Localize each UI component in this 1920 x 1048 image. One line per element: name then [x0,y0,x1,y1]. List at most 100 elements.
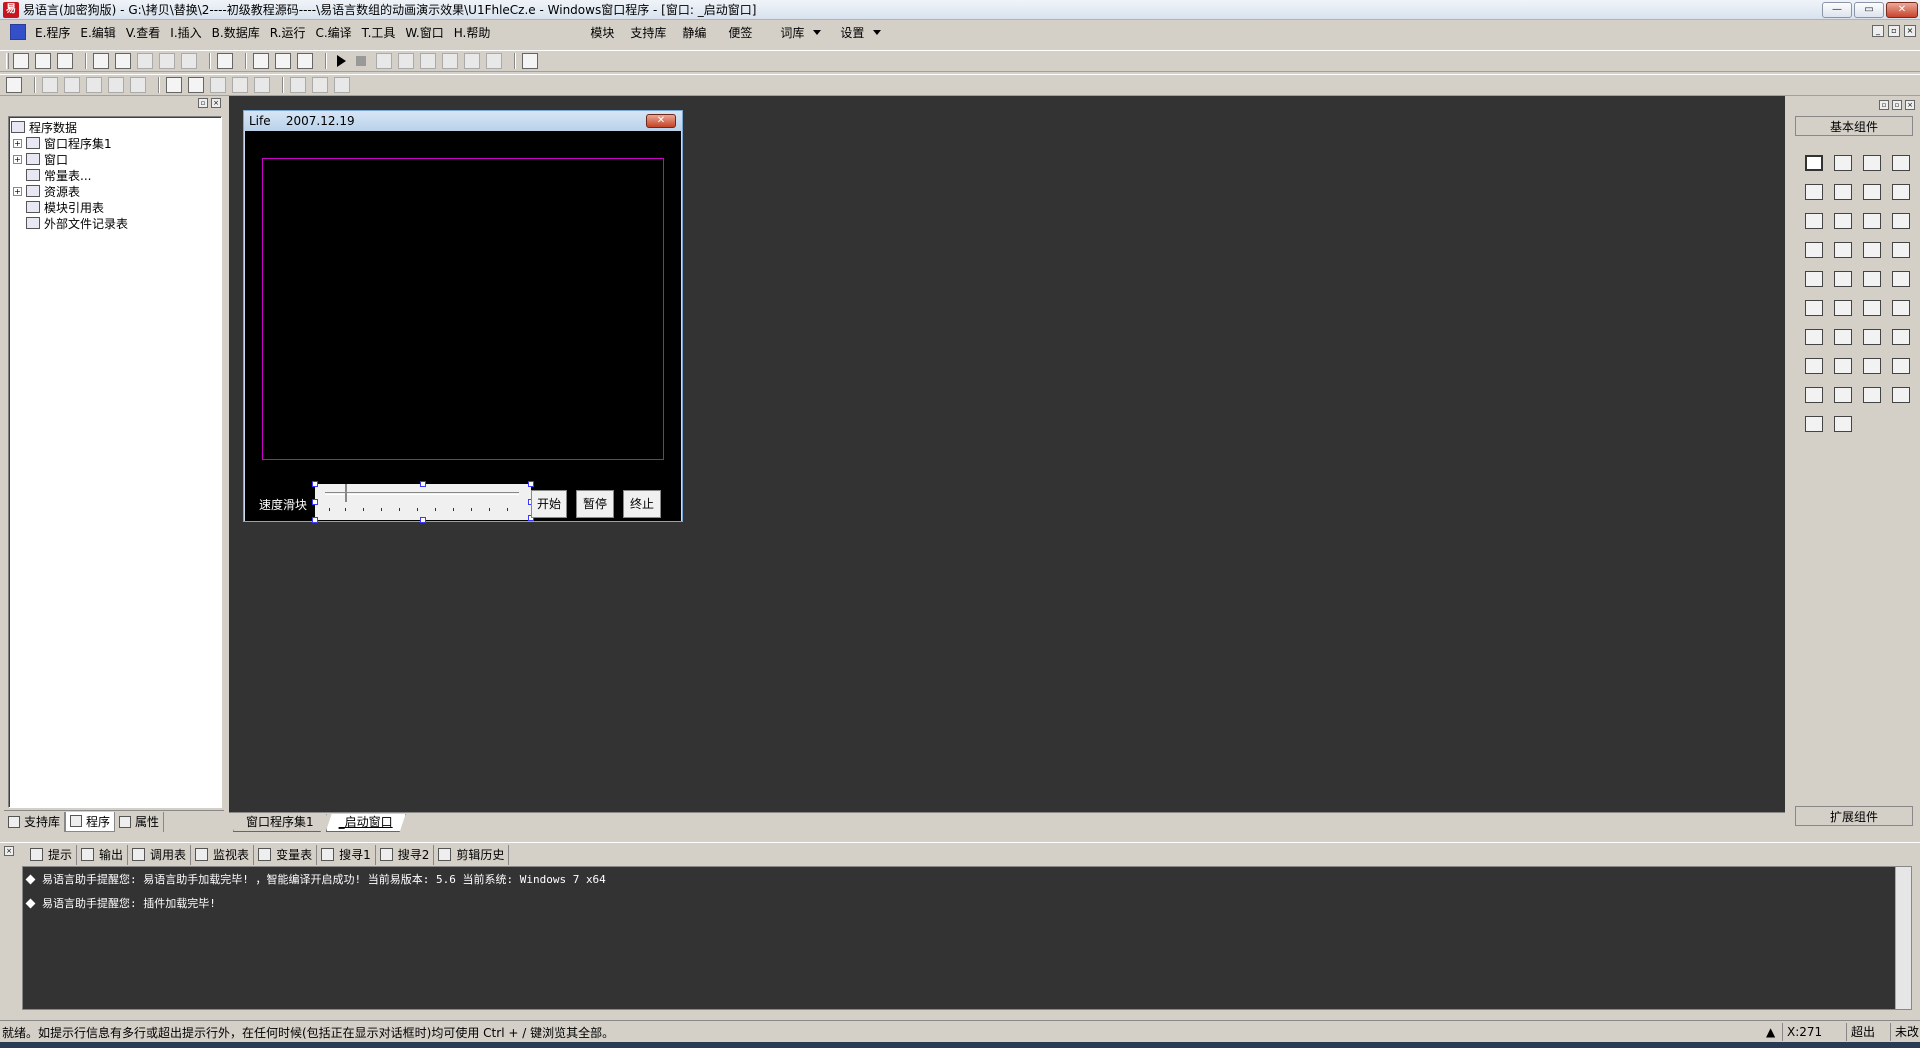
component-icon[interactable] [1799,235,1828,264]
same-both-icon[interactable] [334,77,350,93]
menu-static-compile[interactable]: 静编 [677,24,711,41]
output-scrollbar[interactable] [1895,867,1911,1009]
resize-handle[interactable] [312,517,318,523]
menu-compile[interactable]: C.编译 [310,24,356,41]
copy-icon[interactable] [115,53,131,69]
start-button[interactable]: 开始 [531,490,567,518]
space-h-icon[interactable] [210,77,226,93]
tab-output[interactable]: 输出 [77,844,129,865]
tree-item-resources[interactable]: + 资源表 [13,183,80,199]
run-icon[interactable] [337,55,346,67]
calculator-icon[interactable] [6,77,22,93]
mdi-minimize-icon[interactable]: _ [1872,25,1884,37]
slider-thumb[interactable] [345,484,347,502]
component-icon[interactable] [1886,380,1915,409]
tree-item-module-refs[interactable]: 模块引用表 [13,199,104,215]
menu-database[interactable]: B.数据库 [207,24,265,41]
tab-search-1[interactable]: 搜寻1 [317,844,376,865]
tab-call-stack[interactable]: 调用表 [128,844,192,865]
extended-components-header[interactable]: 扩展组件 [1795,806,1913,826]
tab-watch[interactable]: 监视表 [191,844,255,865]
tab-search-2[interactable]: 搜寻2 [376,844,435,865]
redo-icon[interactable] [159,53,175,69]
form-title-bar[interactable]: Life 2007.12.19 ✕ [244,111,682,131]
tree-item-window[interactable]: + 窗口 [13,151,68,167]
menu-view[interactable]: V.查看 [121,24,165,41]
component-icon[interactable] [1886,293,1915,322]
component-icon[interactable] [1857,322,1886,351]
form-window[interactable]: Life 2007.12.19 ✕ 速度滑块 开始 暂停 终止 [243,110,683,523]
chevron-down-icon[interactable] [873,29,882,35]
align-left-icon[interactable] [42,77,58,93]
center-h-icon[interactable] [166,77,182,93]
hand-icon[interactable] [486,53,502,69]
component-icon[interactable] [1886,264,1915,293]
step-into-icon[interactable] [398,53,414,69]
menu-window[interactable]: W.窗口 [400,24,448,41]
resize-handle[interactable] [420,517,426,523]
same-height-icon[interactable] [312,77,328,93]
component-icon[interactable] [1857,148,1886,177]
expand-icon[interactable]: + [13,154,22,164]
resize-handle[interactable] [528,481,534,487]
tab-properties[interactable]: 属性 [115,811,165,832]
program-tree[interactable]: 程序数据 + 窗口程序集1 + 窗口 常量表... + 资源表 模块引用表 外部… [8,116,222,808]
menu-lexicon[interactable]: 词库 [775,24,809,41]
tab-startup-window[interactable]: _启动窗口 [326,814,406,832]
menu-tools[interactable]: T.工具 [357,24,401,41]
drawing-area[interactable] [262,158,664,460]
tab-clipboard-history[interactable]: 剪辑历史 [434,844,510,865]
component-icon[interactable] [1857,351,1886,380]
component-icon[interactable] [1886,351,1915,380]
component-icon[interactable] [1828,177,1857,206]
align-top-icon[interactable] [86,77,102,93]
component-icon[interactable] [1828,380,1857,409]
resize-handle[interactable] [312,481,318,487]
panel-close-icon[interactable]: × [211,98,221,108]
component-icon[interactable] [1857,293,1886,322]
step-over-icon[interactable] [442,53,458,69]
align-center-icon[interactable] [130,77,146,93]
same-size-icon[interactable] [254,77,270,93]
component-icon[interactable] [1799,206,1828,235]
step-out-icon[interactable] [420,53,436,69]
menu-help[interactable]: H.帮助 [449,24,496,41]
speed-slider[interactable] [315,484,531,520]
undo-icon[interactable] [181,53,197,69]
compile-icon[interactable] [522,53,538,69]
component-icon[interactable] [1886,322,1915,351]
pause-button[interactable]: 暂停 [576,490,614,518]
paste-icon[interactable] [137,53,153,69]
tree-item-window-assembly[interactable]: + 窗口程序集1 [13,135,112,151]
component-icon[interactable] [1828,148,1857,177]
output-close-icon[interactable]: × [4,846,14,856]
component-icon[interactable] [1857,380,1886,409]
panel-float-icon[interactable]: ▫ [198,98,208,108]
mdi-close-icon[interactable]: × [1904,25,1916,37]
menu-module[interactable]: 模块 [585,24,619,41]
component-icon[interactable] [1828,206,1857,235]
component-icon[interactable] [1828,293,1857,322]
component-icon[interactable] [1857,264,1886,293]
braces-icon[interactable] [464,53,480,69]
mdi-restore-icon[interactable]: ▫ [1888,25,1900,37]
component-icon[interactable] [1857,235,1886,264]
save-icon[interactable] [57,53,73,69]
component-icon[interactable] [1828,322,1857,351]
component-icon[interactable] [1799,351,1828,380]
menu-support-lib[interactable]: 支持库 [625,24,671,41]
maximize-button[interactable]: ▭ [1854,2,1884,18]
component-icon[interactable] [1799,293,1828,322]
panel-float-icon[interactable]: ▫ [1892,100,1902,110]
panel-pin-icon[interactable]: ▫ [1879,100,1889,110]
expand-icon[interactable]: + [13,138,22,148]
step-icon[interactable] [376,53,392,69]
component-icon[interactable] [1857,206,1886,235]
close-button[interactable]: ✕ [1886,2,1918,18]
resize-handle[interactable] [312,499,318,505]
open-folder-icon[interactable] [35,53,51,69]
find-icon[interactable] [217,53,233,69]
stop-icon[interactable] [356,56,366,66]
component-icon[interactable] [1886,148,1915,177]
stop-button[interactable]: 终止 [623,490,661,518]
